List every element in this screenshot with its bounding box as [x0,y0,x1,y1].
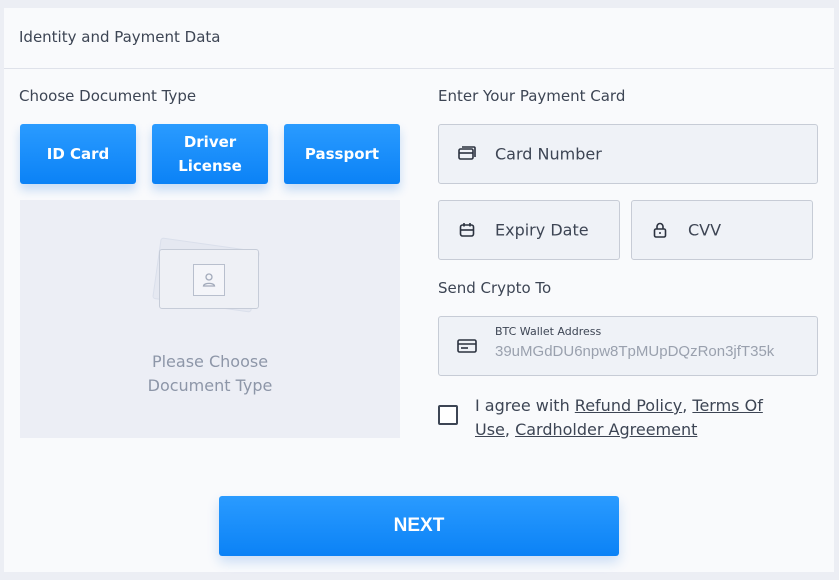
id-card-illustration [159,249,259,309]
next-button-label: NEXT [393,515,445,536]
header: Identity and Payment Data [4,8,834,69]
agree-checkbox[interactable] [438,405,458,425]
next-button[interactable]: NEXT [219,496,619,556]
agreement-separator-1: , [682,396,693,415]
passport-button[interactable]: Passport [284,124,400,184]
cardholder-agreement-link[interactable]: Cardholder Agreement [515,420,697,439]
card-number-label: Card Number [495,144,602,164]
expiry-date-label: Expiry Date [495,220,589,240]
id-card-button[interactable]: ID Card [20,124,136,184]
agreement-prefix: I agree with [475,396,575,415]
wallet-icon [457,336,477,356]
lock-icon [650,220,670,240]
driver-license-button-label: Driver License [178,133,242,175]
cvv-label: CVV [688,220,722,240]
preview-text-line1: Please Choose [151,352,269,371]
agreement-text: I agree with Refund Policy, Terms Of Use… [475,394,775,442]
id-card-button-label: ID Card [46,145,110,163]
passport-button-label: Passport [304,145,380,163]
calendar-icon [457,220,477,240]
expiry-date-field[interactable]: Expiry Date [438,200,620,260]
user-icon [193,264,225,296]
refund-policy-link[interactable]: Refund Policy [575,396,682,415]
wallet-address-label: BTC Wallet Address [495,325,602,338]
form-panel: Identity and Payment Data Choose Documen… [4,8,834,572]
credit-card-icon [457,144,477,164]
card-number-field[interactable]: Card Number [438,124,818,184]
document-preview: Please Choose Document Type [20,200,400,438]
wallet-address-input[interactable] [495,343,805,360]
agreement-separator-2: , [504,420,516,439]
page-title: Identity and Payment Data [19,28,221,46]
payment-section-label: Enter Your Payment Card [438,87,626,105]
crypto-section-label: Send Crypto To [438,279,552,297]
preview-text-line2: Document Type [147,376,273,395]
cvv-field[interactable]: CVV [631,200,813,260]
driver-license-button[interactable]: Driver License [152,124,268,184]
document-section-label: Choose Document Type [19,87,197,105]
btc-wallet-field[interactable]: BTC Wallet Address [438,316,818,376]
